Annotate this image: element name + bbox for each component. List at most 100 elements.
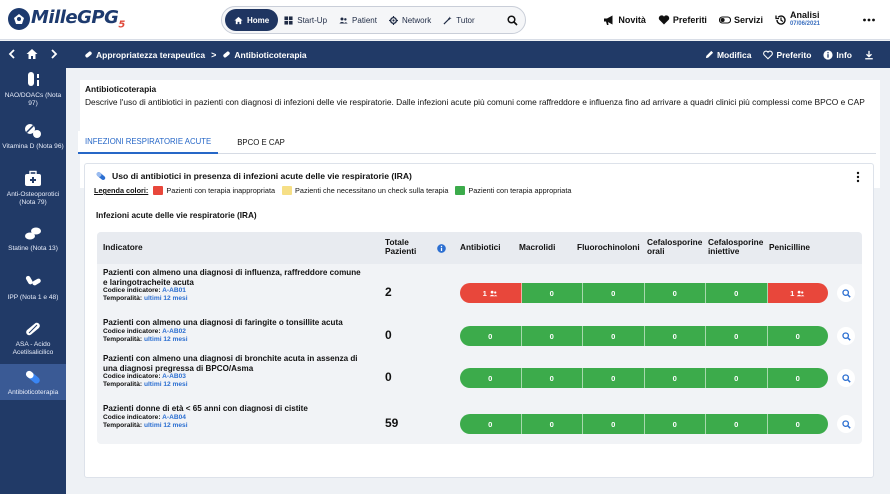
status-cell[interactable]: 0 <box>706 326 768 346</box>
tab-bpco-e-cap[interactable]: BPCO E CAP <box>230 131 292 154</box>
servizi-button[interactable]: Servizi <box>718 14 763 26</box>
breadcrumb: Appropriatezza terapeutica > Antibiotico… <box>84 41 307 68</box>
sidebar-item-statine[interactable]: Statine (Nota 13) <box>0 223 66 267</box>
status-cell-value: 0 <box>549 419 554 429</box>
status-cell-value: 0 <box>549 331 554 341</box>
status-cell[interactable]: 0 <box>644 368 706 388</box>
status-cell[interactable]: 1 <box>767 283 828 303</box>
col-header-cefalosporine-iniettive: Cefalosporine iniettive <box>708 237 764 256</box>
status-cell[interactable]: 0 <box>706 283 768 303</box>
nav-patient[interactable]: Patient <box>333 9 383 31</box>
detail-search-button[interactable] <box>837 369 855 387</box>
tab-infezioni-respiratorie-acute[interactable]: INFEZIONI RESPIRATORIE ACUTE <box>78 131 219 154</box>
status-cell[interactable]: 0 <box>767 368 828 388</box>
status-cell[interactable]: 0 <box>583 326 645 346</box>
status-cell[interactable]: 0 <box>706 414 768 434</box>
indicator-code-link[interactable]: A-AB03 <box>162 373 186 380</box>
col-header-antibiotici: Antibiotici <box>460 242 501 252</box>
sidebar-item-antibioticoterapia[interactable]: Antibioticoterapia <box>0 364 365 400</box>
status-cell[interactable]: 0 <box>706 368 768 388</box>
novita-button[interactable]: Novità <box>603 14 646 26</box>
indicator-time-line: Temporalità: ultimi 12 mesi <box>103 381 365 389</box>
indicator-code-link[interactable]: A-AB01 <box>162 287 186 294</box>
status-cell-value: 0 <box>672 373 677 383</box>
status-cell[interactable]: 0 <box>460 368 522 388</box>
status-cell[interactable]: 0 <box>521 326 583 346</box>
kebab-menu-icon[interactable] <box>853 171 863 183</box>
status-bar: 0 0 0 0 0 0 <box>460 326 828 346</box>
indicator-code-link[interactable]: A-AB02 <box>162 328 186 335</box>
indicator-time-link[interactable]: ultimi 12 mesi <box>144 336 188 343</box>
status-cell[interactable]: 0 <box>460 326 522 346</box>
chevron-right-icon[interactable] <box>48 48 60 60</box>
info-button[interactable]: Info <box>823 50 852 60</box>
card-title: Uso di antibiotici in presenza di infezi… <box>112 171 412 181</box>
status-cell[interactable]: 1 <box>460 283 522 303</box>
indicator-code-line: Codice indicatore: A-AB02 <box>103 328 365 336</box>
home-icon[interactable] <box>26 48 38 60</box>
sidebar-item-anti-osteoporotici[interactable]: Anti-Osteoporotici (Nota 79) <box>0 169 66 217</box>
search-icon <box>841 331 851 341</box>
status-cell-value: 0 <box>672 419 677 429</box>
page-actions: Modifica Preferito Info <box>705 41 874 68</box>
indicator-code-link[interactable]: A-AB04 <box>162 414 186 421</box>
status-cell[interactable]: 0 <box>521 368 583 388</box>
preferiti-button[interactable]: Preferiti <box>658 14 707 26</box>
top-bar: MilleGPG5 Home Start-Up Patient Network … <box>0 0 890 40</box>
capsules-icon <box>25 275 41 286</box>
section-subtitle: Infezioni acute delle vie respiratorie (… <box>96 211 257 220</box>
status-cell[interactable]: 0 <box>521 283 583 303</box>
status-cell-value: 0 <box>734 288 739 298</box>
sidebar-item-ipp[interactable]: IPP (Nota 1 e 48) <box>0 272 66 316</box>
megaphone-icon <box>604 15 613 25</box>
logo-text-accent: GPG <box>77 7 119 29</box>
sidebar-item-vitamina-d[interactable]: Vitamina D (Nota 96) <box>0 121 66 167</box>
app-logo[interactable]: MilleGPG5 <box>8 6 125 32</box>
status-cell[interactable]: 0 <box>521 414 583 434</box>
chevron-left-icon[interactable] <box>6 48 18 60</box>
sidebar-item-label: IPP (Nota 1 e 48) <box>7 294 59 301</box>
status-cell[interactable]: 0 <box>460 414 522 434</box>
indicator-time-link[interactable]: ultimi 12 mesi <box>144 381 188 388</box>
nav-home[interactable]: Home <box>225 9 279 31</box>
breadcrumb-item-appropriatezza[interactable]: Appropriatezza terapeutica <box>84 50 205 60</box>
status-cell[interactable]: 0 <box>583 368 645 388</box>
status-cell[interactable]: 0 <box>767 414 828 434</box>
preferito-button[interactable]: Preferito <box>763 50 811 60</box>
sidebar-item-asa[interactable]: ASA - Acido Acetilsalicilico <box>0 319 66 365</box>
nav-tutor[interactable]: Tutor <box>437 9 480 31</box>
status-cell[interactable]: 0 <box>644 283 706 303</box>
status-cell[interactable]: 0 <box>583 414 645 434</box>
status-cell[interactable]: 0 <box>644 326 706 346</box>
indicator-code-line: Codice indicatore: A-AB04 <box>103 414 365 422</box>
download-icon[interactable] <box>864 50 874 60</box>
sidebar-item-nao-doacs[interactable]: NAO/DOACs (Nota 97) <box>0 70 66 116</box>
indicator-time-link[interactable]: ultimi 12 mesi <box>144 422 188 429</box>
nav-startup[interactable]: Start-Up <box>278 9 333 31</box>
search-button[interactable] <box>502 10 522 30</box>
breadcrumb-separator: > <box>211 49 217 60</box>
status-cell[interactable]: 0 <box>767 326 828 346</box>
breadcrumb-label: Antibioticoterapia <box>234 49 307 60</box>
status-cell[interactable]: 0 <box>583 283 645 303</box>
indicator-time-label: Temporalità: <box>103 421 143 429</box>
info-icon[interactable] <box>437 244 446 253</box>
novita-label: Novità <box>618 15 646 25</box>
status-cell[interactable]: 0 <box>644 414 706 434</box>
detail-search-button[interactable] <box>837 327 855 345</box>
pill-icon <box>26 322 40 336</box>
more-menu-icon[interactable] <box>862 13 876 27</box>
capsule-icon <box>25 371 40 384</box>
nav-network[interactable]: Network <box>383 9 437 31</box>
col-header-cefalosporine-orali: Cefalosporine orali <box>647 237 703 256</box>
detail-search-button[interactable] <box>837 415 855 433</box>
modifica-button[interactable]: Modifica <box>705 50 751 60</box>
breadcrumb-item-antibioticoterapia[interactable]: Antibioticoterapia <box>222 49 307 60</box>
sidebar-item-label: Statine (Nota 13) <box>8 245 58 252</box>
detail-search-button[interactable] <box>837 284 855 302</box>
indicator-card: Uso di antibiotici in presenza di infezi… <box>84 163 874 478</box>
analisi-label: Analisi <box>789 10 820 20</box>
analisi-button[interactable]: Analisi 07/06/2021 <box>775 11 820 29</box>
indicator-time-link[interactable]: ultimi 12 mesi <box>144 295 188 302</box>
nav-patient-label: Patient <box>352 15 377 25</box>
